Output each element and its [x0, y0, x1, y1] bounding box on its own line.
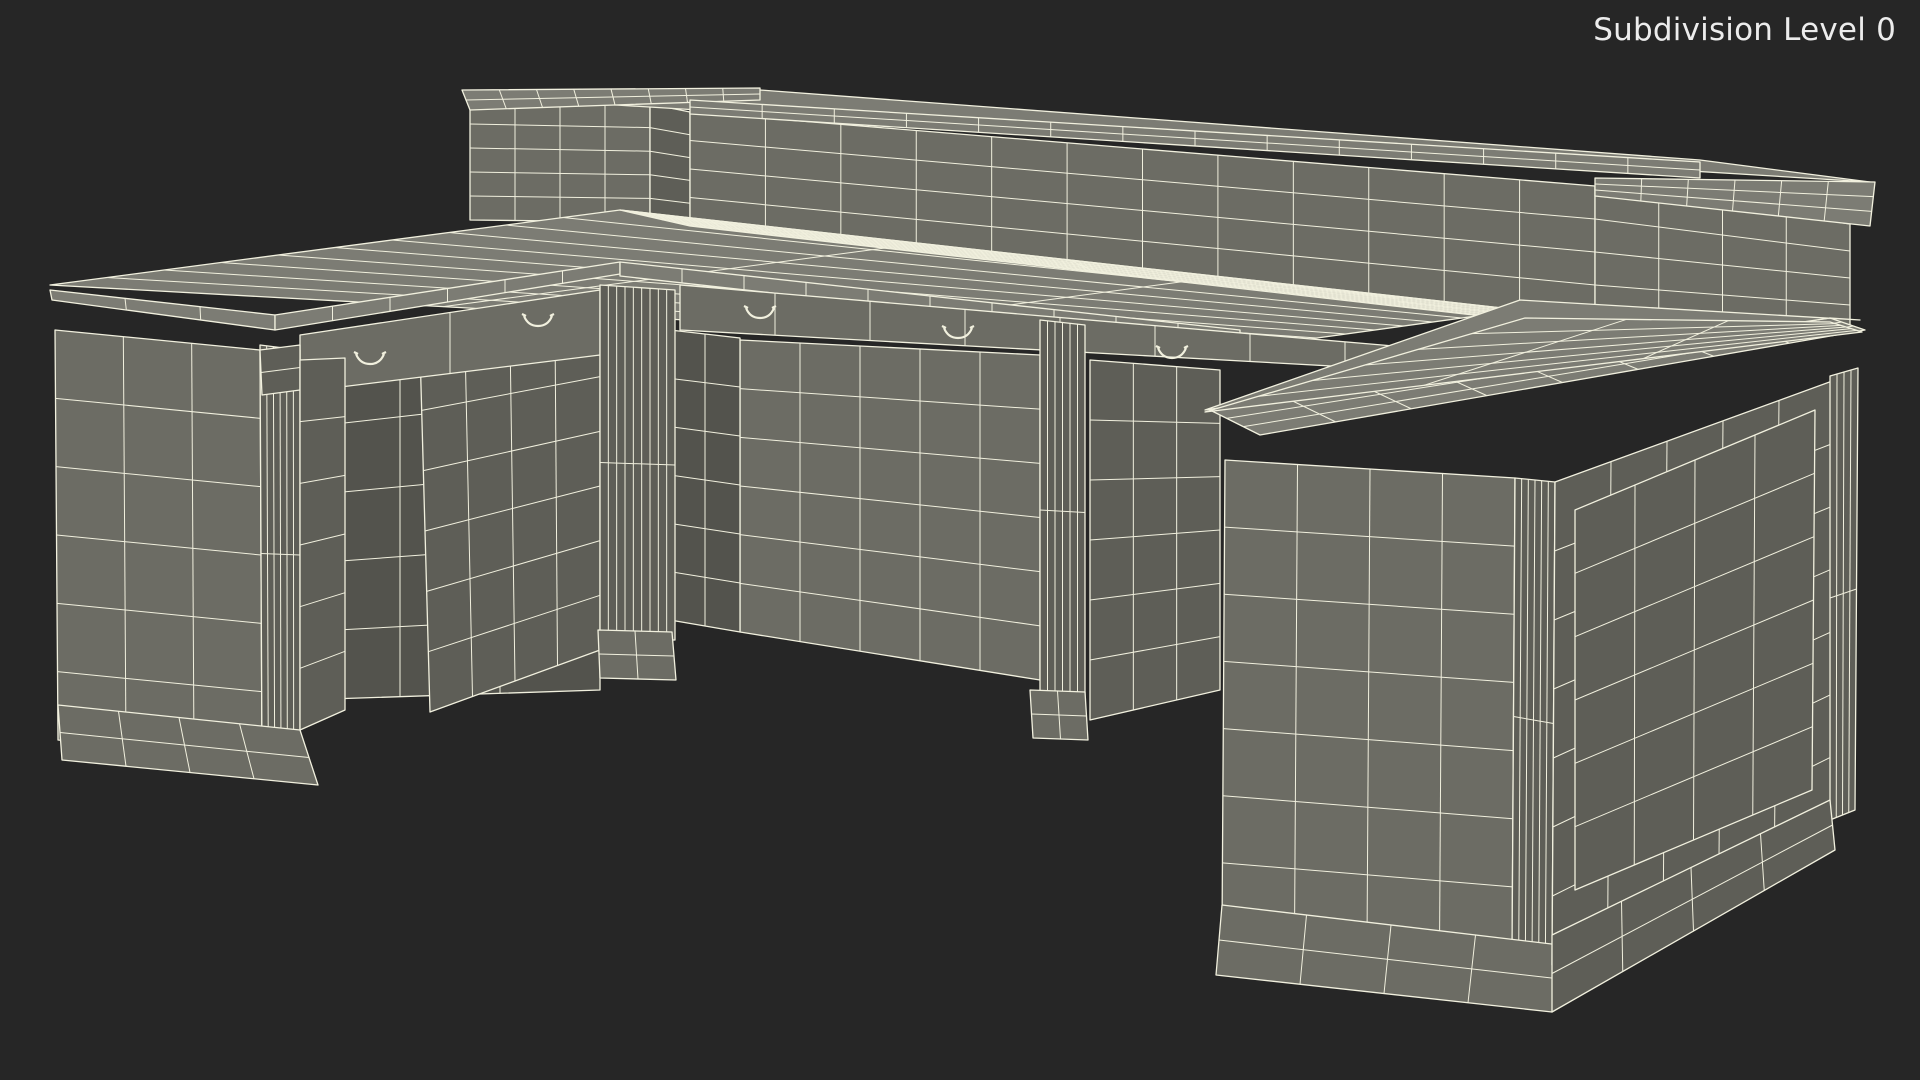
right-knee-back: [1089, 359, 1221, 721]
left-knee-curved-panel: [419, 321, 601, 713]
subdivision-level-label: Subdivision Level 0: [1593, 12, 1896, 48]
reception-desk-model: [49, 87, 1876, 1013]
center-knee-back: [739, 339, 1041, 681]
3d-viewport[interactable]: [0, 0, 1920, 1080]
left-pedestal-inner-side: [299, 357, 346, 731]
left-top-front-edge-wire: [199, 306, 202, 321]
left-raised-counter-side: [649, 103, 691, 227]
